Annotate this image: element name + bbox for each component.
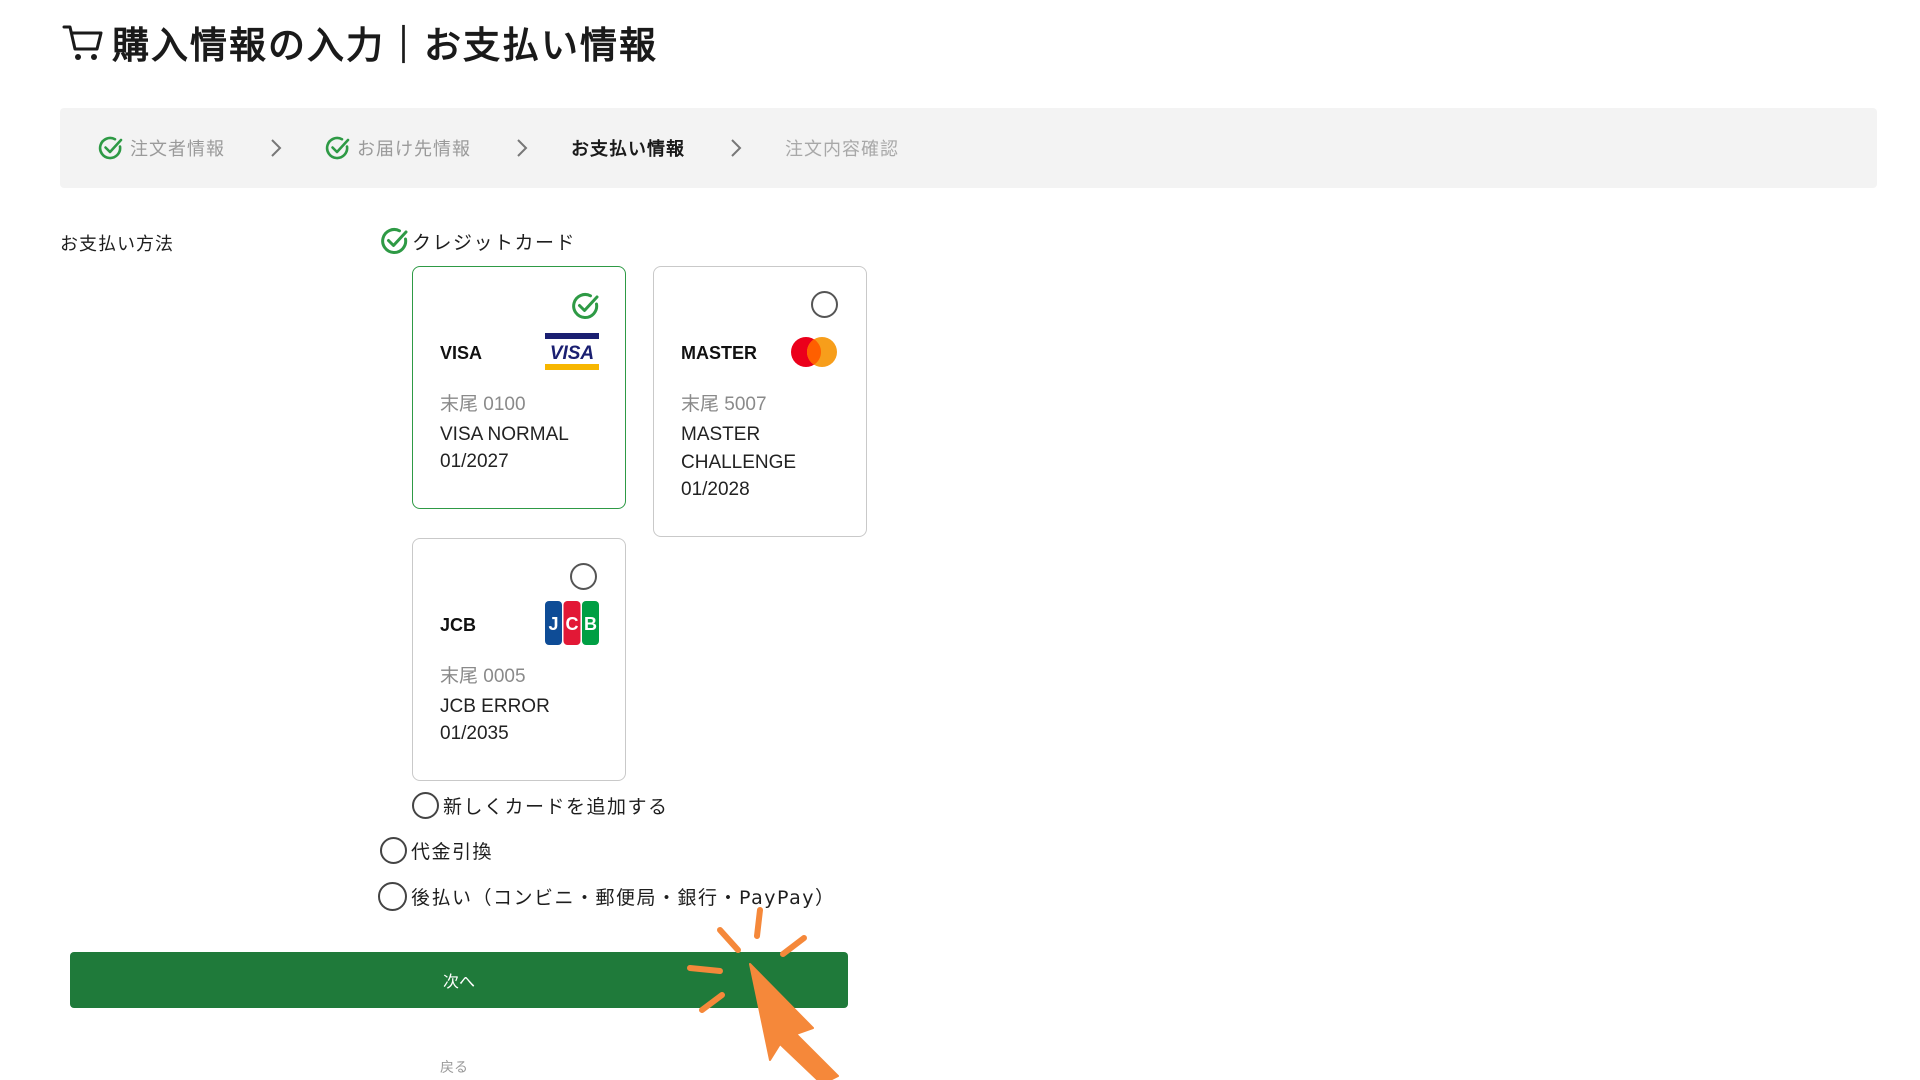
card-tail-number: 末尾 0100 xyxy=(440,394,526,415)
payment-option-deferred[interactable]: 後払い（コンビニ・郵便局・銀行・PayPay） xyxy=(378,882,835,911)
page-title: 購入情報の入力｜お支払い情報 xyxy=(112,24,658,67)
saved-card-master[interactable]: MASTER 末尾 5007 MASTER CHALLENGE 01/2028 xyxy=(653,266,867,537)
step-label: 注文内容確認 xyxy=(785,139,899,160)
radio-button[interactable] xyxy=(811,291,838,318)
check-circle-icon xyxy=(98,136,123,160)
card-expiry: 01/2035 xyxy=(440,723,509,744)
card-brand: JCB xyxy=(440,615,477,635)
saved-card-visa[interactable]: VISA VISA 末尾 0100 VISA NORMAL 01/2027 xyxy=(412,266,626,509)
back-link[interactable]: 戻る xyxy=(440,1057,468,1077)
radio-button[interactable] xyxy=(380,837,407,864)
svg-text:C: C xyxy=(566,614,579,634)
step-delivery-info: お届け先情報 xyxy=(325,135,471,161)
card-holder: JCB ERROR xyxy=(440,696,550,717)
next-button[interactable]: 次へ xyxy=(70,952,848,1008)
card-holder: MASTER CHALLENGE xyxy=(681,424,797,473)
payment-option-cod[interactable]: 代金引換 xyxy=(380,837,493,864)
chevron-right-icon xyxy=(271,139,282,157)
card-expiry: 01/2028 xyxy=(681,479,750,500)
step-label: 注文者情報 xyxy=(130,139,225,160)
step-orderer-info: 注文者情報 xyxy=(98,135,225,161)
radio-button[interactable] xyxy=(412,792,439,819)
cart-icon xyxy=(62,25,103,60)
radio-button[interactable] xyxy=(570,563,597,590)
card-brand: MASTER xyxy=(681,343,757,363)
option-label: 代金引換 xyxy=(411,841,494,863)
option-label: クレジットカード xyxy=(412,231,577,254)
radio-button[interactable] xyxy=(378,882,407,911)
svg-text:J: J xyxy=(548,614,558,634)
option-label: 新しくカードを追加する xyxy=(443,796,669,818)
visa-logo-icon: VISA xyxy=(545,333,599,370)
check-circle-icon xyxy=(381,228,408,254)
svg-text:B: B xyxy=(584,614,597,634)
option-label: 後払い（コンビニ・郵便局・銀行・PayPay） xyxy=(411,887,836,909)
card-tail-number: 末尾 0005 xyxy=(440,666,526,687)
step-label: お届け先情報 xyxy=(357,139,471,160)
payment-option-credit-card[interactable]: クレジットカード xyxy=(380,226,576,256)
chevron-right-icon xyxy=(517,139,528,157)
check-circle-icon xyxy=(572,293,599,319)
add-new-card-option[interactable]: 新しくカードを追加する xyxy=(412,792,669,819)
svg-text:VISA: VISA xyxy=(550,343,594,364)
card-expiry: 01/2027 xyxy=(440,451,509,472)
step-order-confirm: 注文内容確認 xyxy=(785,135,899,161)
page-header: 購入情報の入力｜お支払い情報 xyxy=(60,14,658,70)
chevron-right-icon xyxy=(731,139,742,157)
card-holder: VISA NORMAL xyxy=(440,424,569,445)
card-brand: VISA xyxy=(440,343,483,363)
check-circle-icon xyxy=(325,136,350,160)
mastercard-logo-icon xyxy=(791,337,837,367)
checkout-stepper: 注文者情報 お届け先情報 お支払い情報 注文内容確認 xyxy=(60,108,1877,188)
payment-method-label: お支払い方法 xyxy=(60,234,174,255)
card-tail-number: 末尾 5007 xyxy=(681,394,767,415)
saved-card-jcb[interactable]: JCB J C B 末尾 0005 JCB ERROR 01/2035 xyxy=(412,538,626,781)
step-payment-info: お支払い情報 xyxy=(571,135,685,161)
jcb-logo-icon: J C B xyxy=(545,601,599,645)
step-label: お支払い情報 xyxy=(571,139,685,160)
